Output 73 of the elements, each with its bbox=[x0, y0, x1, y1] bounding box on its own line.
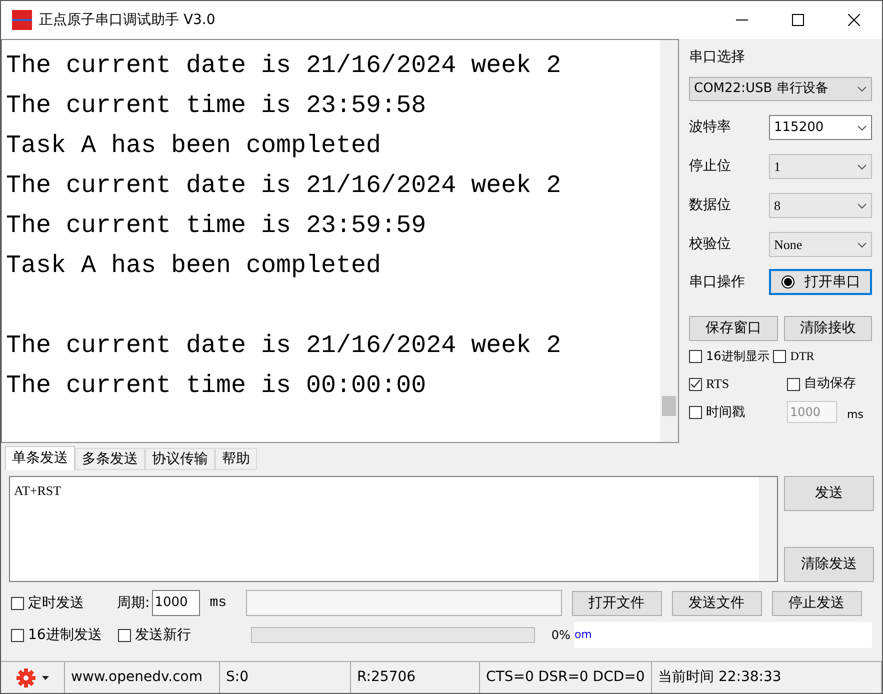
field-label: 校验位 bbox=[689, 235, 732, 254]
field-label: 停止位 bbox=[689, 157, 732, 176]
maximize-icon[interactable] bbox=[792, 14, 804, 26]
section-title: 串口选择 bbox=[689, 48, 746, 67]
option-label: 自动保存 bbox=[804, 375, 856, 394]
scrollbar[interactable] bbox=[660, 40, 678, 442]
current-time: 当前时间 22:38:33 bbox=[658, 668, 782, 687]
checkbox[interactable] bbox=[118, 628, 132, 642]
checkbox[interactable] bbox=[689, 406, 702, 419]
unit-label: ms bbox=[847, 407, 864, 423]
gear-icon[interactable] bbox=[16, 668, 36, 688]
send-text: AT+RST bbox=[14, 483, 62, 498]
received-count: R:25706 bbox=[357, 668, 416, 687]
send-text-area[interactable]: AT+RST bbox=[9, 476, 778, 582]
checkbox[interactable] bbox=[689, 378, 702, 390]
clear-receive-button[interactable]: 清除接收 bbox=[784, 316, 872, 341]
output-line: The current date is 21/16/2024 week 2 bbox=[6, 50, 562, 82]
checkbox[interactable] bbox=[11, 628, 24, 642]
option-label: 时间戳 bbox=[706, 404, 745, 422]
output-line: The current date is 21/16/2024 week 2 bbox=[6, 170, 562, 202]
open-port-button[interactable]: 打开串口 bbox=[769, 269, 872, 295]
option-label: 16进制显示 bbox=[706, 348, 770, 365]
period-field[interactable]: 1000 bbox=[152, 590, 200, 616]
website-link[interactable]: www.openedv.com bbox=[71, 667, 203, 688]
window-title: 正点原子串口调试助手 V3.0 bbox=[39, 10, 216, 30]
save-window-button[interactable]: 保存窗口 bbox=[689, 316, 778, 341]
send-file-button[interactable]: 发送文件 bbox=[672, 590, 762, 616]
open-file-button[interactable]: 打开文件 bbox=[572, 590, 662, 616]
unit-label: ms bbox=[210, 594, 228, 612]
signal-status: CTS=0 DSR=0 DCD=0 bbox=[486, 668, 645, 687]
checkbox[interactable] bbox=[773, 350, 786, 362]
option-label: 发送新行 bbox=[135, 626, 192, 644]
option-label: DTR bbox=[790, 348, 814, 365]
clear-send-button[interactable]: 清除发送 bbox=[784, 547, 874, 582]
checkbox[interactable] bbox=[11, 596, 24, 610]
app-logo-icon bbox=[11, 9, 33, 31]
checkbox[interactable] bbox=[689, 350, 702, 362]
output-line: The current date is 21/16/2024 week 2 bbox=[6, 330, 562, 362]
field-label: 数据位 bbox=[689, 196, 732, 215]
caret-icon bbox=[857, 164, 867, 170]
option-label: RTS bbox=[706, 375, 730, 394]
option-label: 16进制发送 bbox=[28, 626, 102, 644]
close-icon[interactable] bbox=[848, 14, 860, 26]
receive-area[interactable] bbox=[1, 39, 679, 443]
output-line: The current time is 23:59:59 bbox=[6, 210, 428, 242]
setting-dropdown[interactable]: 115200 bbox=[769, 115, 872, 140]
output-line: The current time is 23:59:58 bbox=[6, 90, 428, 122]
field-label: 波特率 bbox=[689, 118, 732, 137]
tab[interactable]: 单条发送 bbox=[5, 446, 75, 470]
tab[interactable]: 协议传输 bbox=[145, 448, 215, 470]
port-dropdown[interactable]: COM22:USB 串行设备 bbox=[689, 77, 872, 101]
radio-icon bbox=[780, 275, 794, 289]
stop-send-button[interactable]: 停止发送 bbox=[772, 590, 862, 616]
output-line: Task A has been completed bbox=[6, 250, 382, 282]
send-button[interactable]: 发送 bbox=[784, 476, 874, 511]
tab[interactable]: 多条发送 bbox=[75, 448, 145, 470]
option-label: 定时发送 bbox=[28, 594, 84, 612]
progress-percent: 0% bbox=[550, 627, 570, 644]
caret-icon bbox=[857, 202, 867, 208]
caret-icon[interactable] bbox=[42, 676, 49, 680]
output-line: The current time is 00:00:00 bbox=[6, 370, 428, 402]
checkbox[interactable] bbox=[787, 378, 800, 390]
caret-icon bbox=[857, 86, 867, 92]
sent-count: S:0 bbox=[226, 668, 249, 687]
link-text[interactable]: om bbox=[574, 626, 592, 644]
caret-icon bbox=[857, 242, 867, 248]
tab[interactable]: 帮助 bbox=[215, 448, 257, 470]
file-path-field[interactable] bbox=[246, 590, 562, 616]
output-line: Task A has been completed bbox=[6, 130, 382, 162]
field-label: 串口操作 bbox=[689, 272, 746, 292]
period-label: 周期: bbox=[117, 594, 150, 612]
scrollbar[interactable] bbox=[759, 477, 777, 581]
caret-icon bbox=[857, 124, 867, 130]
